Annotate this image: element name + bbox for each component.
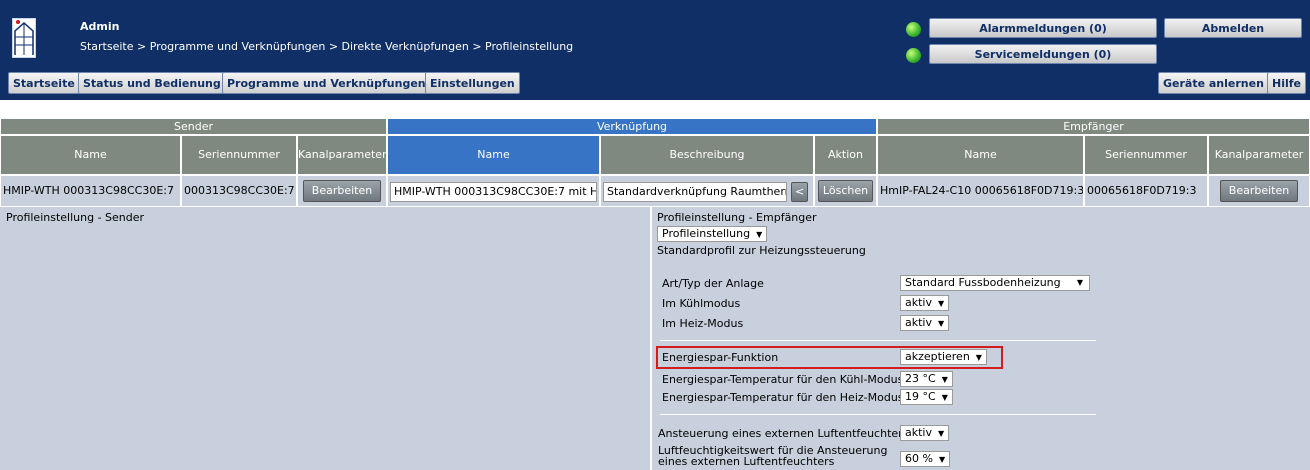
receiver-serial-cell: 00065618F0D719:3	[1084, 175, 1208, 207]
link-description-input[interactable]: Standardverknüpfung Raumtherm	[603, 182, 787, 202]
section-divider	[660, 340, 1096, 341]
system-type-value: Standard Fussbodenheizung	[905, 276, 1061, 289]
receiver-profile-panel: Profileinstellung - Empfänger Profileins…	[652, 207, 1310, 470]
eco-temp-cooling-value: 23 °C	[905, 372, 936, 385]
setting-label-energy-saving: Energiespar-Funktion	[662, 351, 779, 364]
dropdown-arrow-icon: ▼	[941, 375, 948, 384]
receiver-panel-title: Profileinstellung - Empfänger	[657, 211, 817, 224]
logout-button[interactable]: Abmelden	[1164, 18, 1302, 38]
alarm-status-led-icon	[906, 22, 921, 37]
group-link: Verknüpfung	[387, 118, 877, 135]
receiver-edit-button[interactable]: Bearbeiten	[1219, 180, 1299, 202]
heating-mode-value: aktiv	[905, 316, 932, 329]
setting-label-eco-temp-heating: Energiespar-Temperatur für den Heiz-Modu…	[662, 391, 904, 404]
section-divider	[660, 414, 1096, 415]
service-status-led-icon	[906, 48, 921, 63]
setting-label-heating-mode: Im Heiz-Modus	[662, 317, 744, 330]
sender-name-cell: HMIP-WTH 000313C98CC30E:7	[0, 175, 181, 207]
dehumidifier-control-value: aktiv	[905, 426, 932, 439]
link-action-cell: Löschen	[814, 175, 877, 207]
nav-programme-verknuepfungen[interactable]: Programme und Verknüpfungen	[222, 72, 431, 94]
teach-in-button[interactable]: Geräte anlernen	[1158, 72, 1269, 94]
nav-startseite[interactable]: Startseite	[8, 72, 80, 94]
energy-saving-value: akzeptieren	[905, 350, 970, 363]
setting-label-humidity-threshold: Luftfeuchtigkeitswert für die Ansteuerun…	[658, 445, 888, 467]
sender-serial-cell: 000313C98CC30E:7	[181, 175, 297, 207]
dropdown-arrow-icon: ▼	[756, 230, 763, 239]
group-sender: Sender	[0, 118, 387, 135]
group-receiver: Empfänger	[877, 118, 1310, 135]
receiver-name-cell: HmIP-FAL24-C10 00065618F0D719:3	[877, 175, 1084, 207]
setting-label-cooling-mode: Im Kühlmodus	[662, 297, 741, 310]
eco-temp-heating-select[interactable]: 19 °C ▼	[900, 389, 953, 405]
eco-temp-cooling-select[interactable]: 23 °C ▼	[900, 371, 953, 387]
system-type-select[interactable]: Standard Fussbodenheizung ▼	[900, 275, 1090, 291]
receiver-channel-cell: Bearbeiten	[1208, 175, 1310, 207]
cooling-mode-value: aktiv	[905, 296, 932, 309]
service-messages-button[interactable]: Servicemeldungen (0)	[929, 44, 1157, 64]
dropdown-arrow-icon: ▼	[938, 429, 945, 438]
eco-temp-heating-value: 19 °C	[905, 390, 936, 403]
dropdown-arrow-icon: ▼	[1076, 278, 1083, 287]
nav-status-bedienung[interactable]: Status und Bedienung	[78, 72, 226, 94]
homematic-logo-icon	[12, 18, 36, 58]
profile-select-value: Profileinstellung	[662, 227, 751, 240]
sender-edit-button[interactable]: Bearbeiten	[302, 180, 382, 202]
delete-link-button[interactable]: Löschen	[817, 180, 874, 202]
heating-mode-select[interactable]: aktiv ▼	[900, 315, 950, 331]
link-description-cell: Standardverknüpfung Raumtherm <	[600, 175, 814, 207]
energy-saving-select[interactable]: akzeptieren ▼	[900, 349, 987, 365]
help-button[interactable]: Hilfe	[1267, 72, 1306, 94]
cooling-mode-select[interactable]: aktiv ▼	[900, 295, 950, 311]
col-sender-serial: Seriennummer	[181, 135, 297, 175]
user-name: Admin	[80, 20, 120, 33]
sender-channel-cell: Bearbeiten	[297, 175, 387, 207]
col-link-action: Aktion	[814, 135, 877, 175]
breadcrumb: Startseite > Programme und Verknüpfungen…	[80, 40, 574, 53]
link-name-input[interactable]: HMIP-WTH 000313C98CC30E:7 mit H	[390, 182, 597, 202]
dropdown-arrow-icon: ▼	[938, 299, 945, 308]
setting-label-eco-temp-cooling: Energiespar-Temperatur für den Kühl-Modu…	[662, 373, 904, 386]
sender-panel-title: Profileinstellung - Sender	[6, 211, 145, 224]
humidity-threshold-value: 60 %	[905, 452, 933, 465]
col-sender-channel: Kanalparameter	[297, 135, 387, 175]
setting-label-system-type: Art/Typ der Anlage	[662, 277, 764, 290]
alarm-messages-button[interactable]: Alarmmeldungen (0)	[929, 18, 1157, 38]
dropdown-arrow-icon: ▼	[941, 393, 948, 402]
col-receiver-name: Name	[877, 135, 1084, 175]
dropdown-arrow-icon: ▼	[938, 319, 945, 328]
link-name-cell: HMIP-WTH 000313C98CC30E:7 mit H	[387, 175, 600, 207]
dropdown-arrow-icon: ▼	[938, 455, 946, 464]
dropdown-arrow-icon: ▼	[975, 353, 982, 362]
profile-select[interactable]: Profileinstellung ▼	[657, 226, 768, 242]
dehumidifier-control-select[interactable]: aktiv ▼	[900, 425, 950, 441]
description-expand-button[interactable]: <	[791, 182, 809, 202]
col-link-name: Name	[387, 135, 600, 175]
nav-einstellungen[interactable]: Einstellungen	[425, 72, 520, 94]
humidity-threshold-label-line2: eines externen Luftentfeuchters	[658, 455, 835, 468]
top-header: Admin Startseite > Programme und Verknüp…	[0, 0, 1310, 100]
sender-profile-panel: Profileinstellung - Sender	[0, 207, 651, 470]
col-sender-name: Name	[0, 135, 181, 175]
col-receiver-serial: Seriennummer	[1084, 135, 1208, 175]
humidity-threshold-select[interactable]: 60 % ▼	[900, 451, 951, 467]
col-link-description: Beschreibung	[600, 135, 814, 175]
col-receiver-channel: Kanalparameter	[1208, 135, 1310, 175]
profile-description: Standardprofil zur Heizungssteuerung	[657, 244, 866, 257]
setting-label-dehumidifier-control: Ansteuerung eines externen Luftentfeucht…	[658, 427, 909, 440]
header-spacer	[0, 100, 1310, 118]
